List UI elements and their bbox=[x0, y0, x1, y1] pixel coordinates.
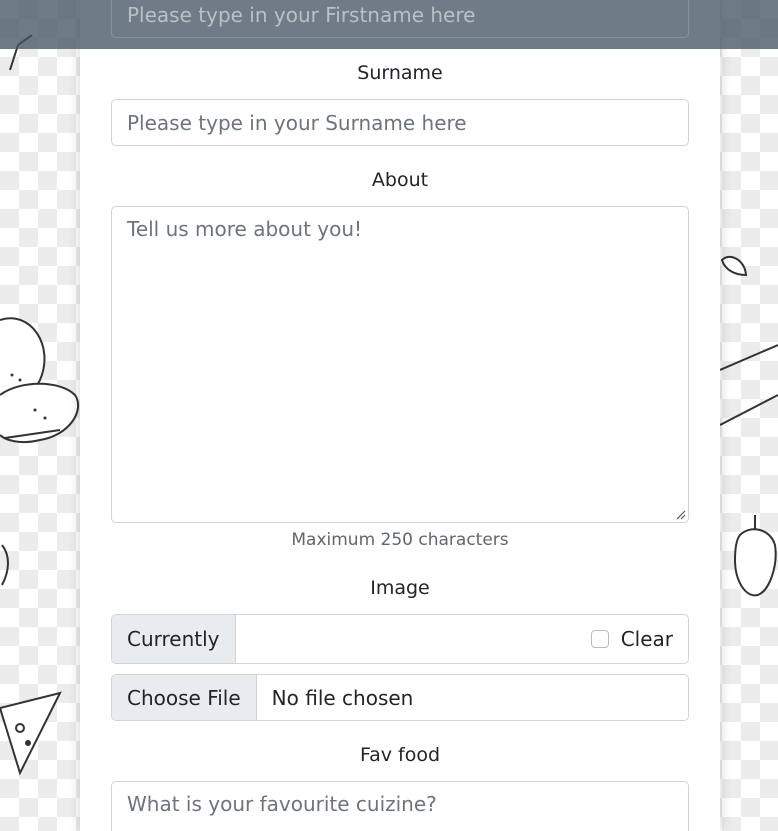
fav-food-input[interactable]: What is your favourite cuizine? bbox=[111, 781, 689, 831]
surname-input[interactable]: Please type in your Surname here bbox=[111, 99, 689, 146]
image-label: Image bbox=[370, 577, 430, 599]
bread-doodle-icon bbox=[0, 317, 80, 444]
about-label: About bbox=[371, 169, 429, 191]
firstname-input[interactable]: Please type in your Firstname here bbox=[111, 0, 689, 38]
about-helptext: Maximum 250 characters bbox=[291, 530, 509, 550]
fav-food-label: Fav food bbox=[359, 744, 441, 766]
choose-file-button[interactable]: Choose File bbox=[112, 675, 257, 720]
image-current-group: Currently Clear bbox=[111, 614, 689, 664]
firstname-placeholder: Please type in your Firstname here bbox=[127, 3, 476, 27]
knife-doodle-icon bbox=[720, 344, 778, 426]
clear-checkbox[interactable] bbox=[590, 630, 609, 648]
form-card: Surname Please type in your Surname here… bbox=[80, 0, 720, 831]
current-image-field: Clear bbox=[236, 615, 688, 663]
currently-addon: Currently bbox=[112, 615, 236, 663]
file-input-group[interactable]: Choose File No file chosen bbox=[111, 674, 689, 721]
pepper-doodle-icon bbox=[733, 515, 777, 597]
fav-food-placeholder: What is your favourite cuizine? bbox=[127, 792, 437, 816]
resize-grip-icon[interactable] bbox=[676, 510, 686, 520]
about-textarea[interactable]: Tell us more about you! bbox=[111, 206, 689, 523]
pizza-slice-doodle-icon bbox=[0, 691, 62, 776]
clear-label[interactable]: Clear bbox=[621, 627, 673, 651]
surname-label: Surname bbox=[357, 62, 443, 84]
about-placeholder: Tell us more about you! bbox=[127, 217, 363, 241]
leaf-doodle-icon bbox=[720, 255, 748, 277]
surname-placeholder: Please type in your Surname here bbox=[127, 110, 467, 135]
file-status-text: No file chosen bbox=[271, 685, 414, 710]
sprout-doodle-icon bbox=[1, 544, 9, 586]
